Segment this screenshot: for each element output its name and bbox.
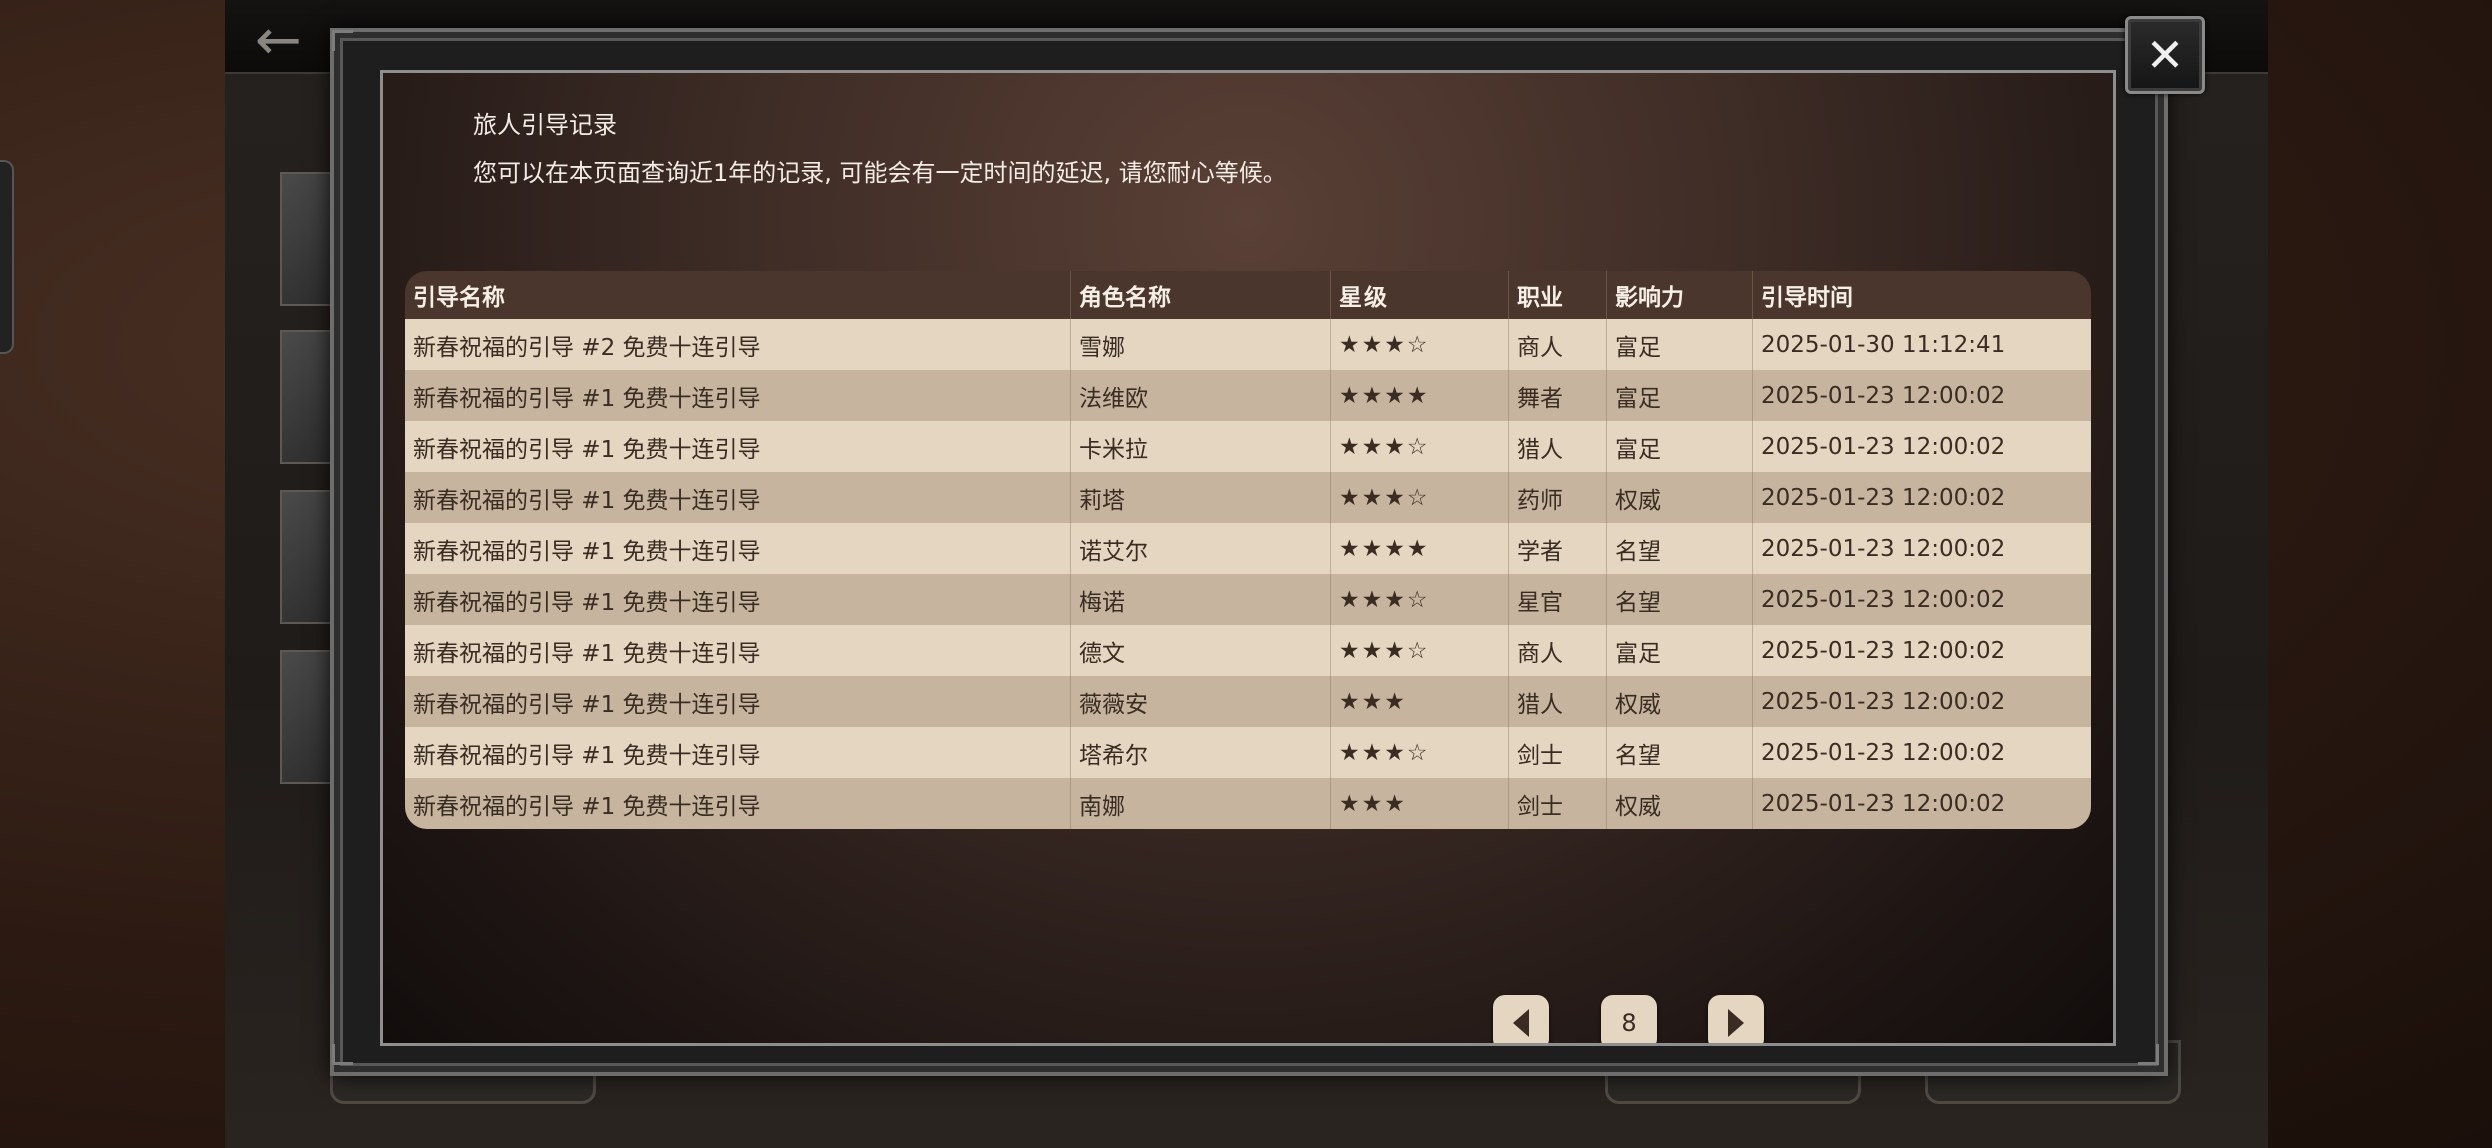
- guide-time-cell: 2025-01-23 12:00:02: [1752, 625, 2091, 676]
- guide-time-cell: 2025-01-23 12:00:02: [1752, 472, 2091, 523]
- character-name-cell: 卡米拉: [1070, 421, 1330, 472]
- frame-corner: [2138, 1044, 2159, 1065]
- star-rating-cell: ★★★★: [1330, 523, 1508, 574]
- influence-cell: 权威: [1606, 472, 1752, 523]
- star-rating-cell: ★★★★: [1330, 370, 1508, 421]
- close-button[interactable]: ✕: [2125, 16, 2205, 94]
- job-cell: 猎人: [1508, 676, 1606, 727]
- influence-cell: 名望: [1606, 523, 1752, 574]
- table-row: 新春祝福的引导 #1 免费十连引导 德文 ★★★☆ 商人 富足 2025-01-…: [405, 625, 2091, 676]
- triangle-right-icon: [1728, 1009, 1744, 1037]
- table-row: 新春祝福的引导 #1 免费十连引导 莉塔 ★★★☆ 药师 权威 2025-01-…: [405, 472, 2091, 523]
- table-row: 新春祝福的引导 #1 免费十连引导 诺艾尔 ★★★★ 学者 名望 2025-01…: [405, 523, 2091, 574]
- column-header-character: 角色名称: [1070, 271, 1330, 319]
- star-rating-cell: ★★★☆: [1330, 319, 1508, 370]
- guide-name-cell: 新春祝福的引导 #1 免费十连引导: [413, 640, 761, 667]
- character-name-cell: 法维欧: [1070, 370, 1330, 421]
- guide-time-cell: 2025-01-23 12:00:02: [1752, 523, 2091, 574]
- table-row: 新春祝福的引导 #2 免费十连引导 雪娜 ★★★☆ 商人 富足 2025-01-…: [405, 319, 2091, 370]
- influence-cell: 名望: [1606, 727, 1752, 778]
- previous-page-button[interactable]: [1493, 995, 1549, 1043]
- column-header-stars: 星级: [1330, 271, 1508, 319]
- next-page-button[interactable]: [1708, 995, 1764, 1043]
- guide-name-cell: 新春祝福的引导 #1 免费十连引导: [413, 538, 761, 565]
- star-rating-cell: ★★★: [1330, 676, 1508, 727]
- dialog-subtitle: 您可以在本页面查询近1年的记录, 可能会有一定时间的延迟, 请您耐心等候。: [473, 159, 1287, 187]
- job-cell: 商人: [1508, 319, 1606, 370]
- character-name-cell: 德文: [1070, 625, 1330, 676]
- job-cell: 猎人: [1508, 421, 1606, 472]
- side-panel-tab[interactable]: [0, 160, 14, 354]
- close-x-icon: ✕: [2145, 28, 2185, 82]
- influence-cell: 权威: [1606, 778, 1752, 829]
- influence-cell: 富足: [1606, 625, 1752, 676]
- influence-cell: 权威: [1606, 676, 1752, 727]
- triangle-left-icon: [1513, 1009, 1529, 1037]
- table-row: 新春祝福的引导 #1 免费十连引导 法维欧 ★★★★ 舞者 富足 2025-01…: [405, 370, 2091, 421]
- influence-cell: 富足: [1606, 370, 1752, 421]
- character-name-cell: 薇薇安: [1070, 676, 1330, 727]
- column-header-guide-name: 引导名称: [413, 285, 505, 311]
- frame-corner: [332, 1044, 353, 1065]
- column-header-influence: 影响力: [1606, 271, 1752, 319]
- guide-name-cell: 新春祝福的引导 #2 免费十连引导: [413, 334, 761, 361]
- record-table: 引导名称 角色名称 星级 职业 影响力 引导时间 新春祝福的引导 #2 免费十连…: [405, 271, 2091, 829]
- frame-corner: [332, 30, 353, 51]
- influence-cell: 富足: [1606, 319, 1752, 370]
- guide-time-cell: 2025-01-23 12:00:02: [1752, 421, 2091, 472]
- table-row: 新春祝福的引导 #1 免费十连引导 塔希尔 ★★★☆ 剑士 名望 2025-01…: [405, 727, 2091, 778]
- job-cell: 药师: [1508, 472, 1606, 523]
- guide-name-cell: 新春祝福的引导 #1 免费十连引导: [413, 742, 761, 769]
- column-header-time: 引导时间: [1752, 271, 2091, 319]
- influence-cell: 富足: [1606, 421, 1752, 472]
- guide-name-cell: 新春祝福的引导 #1 免费十连引导: [413, 691, 761, 718]
- guide-name-cell: 新春祝福的引导 #1 免费十连引导: [413, 589, 761, 616]
- star-rating-cell: ★★★☆: [1330, 574, 1508, 625]
- star-rating-cell: ★★★☆: [1330, 472, 1508, 523]
- guide-time-cell: 2025-01-23 12:00:02: [1752, 370, 2091, 421]
- guide-name-cell: 新春祝福的引导 #1 免费十连引导: [413, 436, 761, 463]
- guide-time-cell: 2025-01-23 12:00:02: [1752, 727, 2091, 778]
- influence-cell: 名望: [1606, 574, 1752, 625]
- guide-time-cell: 2025-01-23 12:00:02: [1752, 778, 2091, 829]
- table-row: 新春祝福的引导 #1 免费十连引导 薇薇安 ★★★ 猎人 权威 2025-01-…: [405, 676, 2091, 727]
- star-rating-cell: ★★★☆: [1330, 421, 1508, 472]
- table-row: 新春祝福的引导 #1 免费十连引导 卡米拉 ★★★☆ 猎人 富足 2025-01…: [405, 421, 2091, 472]
- table-row: 新春祝福的引导 #1 免费十连引导 梅诺 ★★★☆ 星官 名望 2025-01-…: [405, 574, 2091, 625]
- character-name-cell: 莉塔: [1070, 472, 1330, 523]
- back-arrow-icon: ←: [255, 8, 302, 73]
- guide-name-cell: 新春祝福的引导 #1 免费十连引导: [413, 793, 761, 820]
- job-cell: 舞者: [1508, 370, 1606, 421]
- job-cell: 学者: [1508, 523, 1606, 574]
- star-rating-cell: ★★★☆: [1330, 727, 1508, 778]
- record-dialog: 旅人引导记录 您可以在本页面查询近1年的记录, 可能会有一定时间的延迟, 请您耐…: [380, 70, 2116, 1046]
- character-name-cell: 塔希尔: [1070, 727, 1330, 778]
- guide-time-cell: 2025-01-30 11:12:41: [1752, 319, 2091, 370]
- table-header: 引导名称 角色名称 星级 职业 影响力 引导时间: [405, 271, 2091, 319]
- job-cell: 剑士: [1508, 727, 1606, 778]
- job-cell: 星官: [1508, 574, 1606, 625]
- star-rating-cell: ★★★☆: [1330, 625, 1508, 676]
- job-cell: 剑士: [1508, 778, 1606, 829]
- column-header-job: 职业: [1508, 271, 1606, 319]
- guide-name-cell: 新春祝福的引导 #1 免费十连引导: [413, 385, 761, 412]
- guide-time-cell: 2025-01-23 12:00:02: [1752, 676, 2091, 727]
- star-rating-cell: ★★★: [1330, 778, 1508, 829]
- dialog-title: 旅人引导记录: [473, 111, 617, 139]
- character-name-cell: 雪娜: [1070, 319, 1330, 370]
- character-name-cell: 梅诺: [1070, 574, 1330, 625]
- guide-time-cell: 2025-01-23 12:00:02: [1752, 574, 2091, 625]
- table-row: 新春祝福的引导 #1 免费十连引导 南娜 ★★★ 剑士 权威 2025-01-2…: [405, 778, 2091, 829]
- character-name-cell: 诺艾尔: [1070, 523, 1330, 574]
- current-page-number: 8: [1601, 995, 1657, 1043]
- character-name-cell: 南娜: [1070, 778, 1330, 829]
- guide-name-cell: 新春祝福的引导 #1 免费十连引导: [413, 487, 761, 514]
- job-cell: 商人: [1508, 625, 1606, 676]
